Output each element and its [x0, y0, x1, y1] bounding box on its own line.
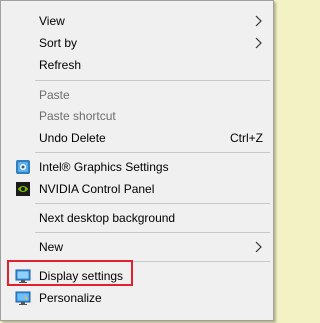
menu-item-personalize[interactable]: Personalize [1, 287, 273, 309]
keyboard-shortcut: Ctrl+Z [230, 131, 263, 145]
menu-item-label: Paste shortcut [39, 109, 116, 123]
menu-item-view[interactable]: View [1, 10, 273, 32]
menu-separator [35, 203, 270, 204]
menu-separator [35, 80, 270, 81]
menu-item-undo-delete[interactable]: Undo Delete Ctrl+Z [1, 127, 273, 149]
chevron-right-icon [255, 241, 262, 253]
menu-item-label: Intel® Graphics Settings [39, 160, 169, 174]
menu-separator [35, 152, 270, 153]
menu-item-intel-graphics[interactable]: Intel® Graphics Settings [1, 156, 273, 178]
chevron-right-icon [255, 15, 262, 27]
menu-item-refresh[interactable]: Refresh [1, 54, 273, 76]
menu-item-label: Undo Delete [39, 131, 106, 145]
menu-item-sort-by[interactable]: Sort by [1, 32, 273, 54]
menu-item-label: Refresh [39, 58, 82, 72]
intel-graphics-icon [16, 160, 30, 174]
chevron-right-icon [255, 37, 262, 49]
personalize-icon [15, 291, 31, 305]
menu-item-paste-shortcut[interactable]: Paste shortcut [1, 105, 273, 127]
menu-item-label: Next desktop background [39, 211, 176, 225]
menu-item-label: NVIDIA Control Panel [39, 182, 155, 196]
menu-item-label: Personalize [39, 291, 102, 305]
nvidia-icon [16, 182, 30, 196]
menu-item-paste[interactable]: Paste [1, 84, 273, 106]
menu-item-label: Sort by [39, 36, 78, 50]
menu-item-nvidia-control-panel[interactable]: NVIDIA Control Panel [1, 178, 273, 200]
menu-item-label: View [39, 14, 65, 28]
menu-separator [35, 232, 270, 233]
menu-item-label: Paste [39, 88, 70, 102]
desktop-background: View Sort by Refresh Paste Paste shortcu… [0, 0, 276, 323]
menu-item-next-desktop-background[interactable]: Next desktop background [1, 207, 273, 229]
menu-item-label: New [39, 240, 64, 254]
menu-item-new[interactable]: New [1, 236, 273, 258]
display-settings-highlight-box [7, 260, 133, 286]
